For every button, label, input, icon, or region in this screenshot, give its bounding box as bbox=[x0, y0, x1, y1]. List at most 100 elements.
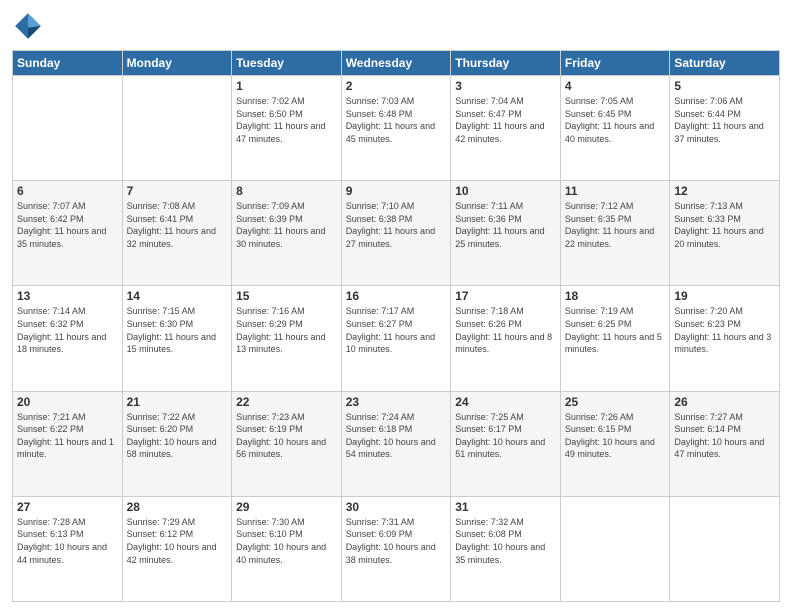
day-info: Sunrise: 7:10 AMSunset: 6:38 PMDaylight:… bbox=[346, 200, 447, 250]
day-info: Sunrise: 7:12 AMSunset: 6:35 PMDaylight:… bbox=[565, 200, 666, 250]
day-info: Sunrise: 7:30 AMSunset: 6:10 PMDaylight:… bbox=[236, 516, 337, 566]
calendar-day-cell: 17 Sunrise: 7:18 AMSunset: 6:26 PMDayligh… bbox=[451, 286, 561, 391]
calendar-week-row: 27 Sunrise: 7:28 AMSunset: 6:13 PMDayligh… bbox=[13, 496, 780, 601]
day-info: Sunrise: 7:18 AMSunset: 6:26 PMDaylight:… bbox=[455, 305, 556, 355]
calendar-day-cell: 8 Sunrise: 7:09 AMSunset: 6:39 PMDaylight… bbox=[232, 181, 342, 286]
day-number: 31 bbox=[455, 500, 556, 514]
day-info: Sunrise: 7:04 AMSunset: 6:47 PMDaylight:… bbox=[455, 95, 556, 145]
day-info: Sunrise: 7:09 AMSunset: 6:39 PMDaylight:… bbox=[236, 200, 337, 250]
day-info: Sunrise: 7:16 AMSunset: 6:29 PMDaylight:… bbox=[236, 305, 337, 355]
day-number: 12 bbox=[674, 184, 775, 198]
calendar-day-cell: 26 Sunrise: 7:27 AMSunset: 6:14 PMDayligh… bbox=[670, 391, 780, 496]
calendar-day-header: Thursday bbox=[451, 51, 561, 76]
day-info: Sunrise: 7:20 AMSunset: 6:23 PMDaylight:… bbox=[674, 305, 775, 355]
calendar-day-cell bbox=[670, 496, 780, 601]
day-number: 19 bbox=[674, 289, 775, 303]
calendar-day-cell: 4 Sunrise: 7:05 AMSunset: 6:45 PMDaylight… bbox=[560, 76, 670, 181]
calendar-day-cell: 19 Sunrise: 7:20 AMSunset: 6:23 PMDayligh… bbox=[670, 286, 780, 391]
calendar-day-cell: 18 Sunrise: 7:19 AMSunset: 6:25 PMDayligh… bbox=[560, 286, 670, 391]
calendar-day-cell: 31 Sunrise: 7:32 AMSunset: 6:08 PMDayligh… bbox=[451, 496, 561, 601]
calendar-day-cell: 24 Sunrise: 7:25 AMSunset: 6:17 PMDayligh… bbox=[451, 391, 561, 496]
day-number: 20 bbox=[17, 395, 118, 409]
day-number: 17 bbox=[455, 289, 556, 303]
calendar-day-cell: 27 Sunrise: 7:28 AMSunset: 6:13 PMDayligh… bbox=[13, 496, 123, 601]
calendar-day-cell: 15 Sunrise: 7:16 AMSunset: 6:29 PMDayligh… bbox=[232, 286, 342, 391]
day-number: 11 bbox=[565, 184, 666, 198]
calendar-day-header: Friday bbox=[560, 51, 670, 76]
calendar-day-cell bbox=[560, 496, 670, 601]
calendar-day-cell bbox=[13, 76, 123, 181]
calendar-day-cell: 23 Sunrise: 7:24 AMSunset: 6:18 PMDayligh… bbox=[341, 391, 451, 496]
day-info: Sunrise: 7:29 AMSunset: 6:12 PMDaylight:… bbox=[127, 516, 228, 566]
calendar-day-cell: 1Sunrise: 7:02 AMSunset: 6:50 PMDaylight… bbox=[232, 76, 342, 181]
day-info: Sunrise: 7:22 AMSunset: 6:20 PMDaylight:… bbox=[127, 411, 228, 461]
header bbox=[12, 10, 780, 42]
day-number: 4 bbox=[565, 79, 666, 93]
day-info: Sunrise: 7:23 AMSunset: 6:19 PMDaylight:… bbox=[236, 411, 337, 461]
calendar-day-cell: 25Sunrise: 7:26 AMSunset: 6:15 PMDayligh… bbox=[560, 391, 670, 496]
day-number: 14 bbox=[127, 289, 228, 303]
calendar-day-cell: 16 Sunrise: 7:17 AMSunset: 6:27 PMDayligh… bbox=[341, 286, 451, 391]
calendar-day-cell: 29 Sunrise: 7:30 AMSunset: 6:10 PMDayligh… bbox=[232, 496, 342, 601]
day-number: 15 bbox=[236, 289, 337, 303]
day-info: Sunrise: 7:03 AMSunset: 6:48 PMDaylight:… bbox=[346, 95, 447, 145]
calendar-day-cell: 5Sunrise: 7:06 AMSunset: 6:44 PMDaylight… bbox=[670, 76, 780, 181]
day-info: Sunrise: 7:24 AMSunset: 6:18 PMDaylight:… bbox=[346, 411, 447, 461]
calendar-week-row: 6 Sunrise: 7:07 AMSunset: 6:42 PMDaylight… bbox=[13, 181, 780, 286]
day-info: Sunrise: 7:28 AMSunset: 6:13 PMDaylight:… bbox=[17, 516, 118, 566]
day-number: 18 bbox=[565, 289, 666, 303]
day-number: 26 bbox=[674, 395, 775, 409]
calendar-day-cell: 11 Sunrise: 7:12 AMSunset: 6:35 PMDayligh… bbox=[560, 181, 670, 286]
day-number: 13 bbox=[17, 289, 118, 303]
calendar-day-cell bbox=[122, 76, 232, 181]
day-info: Sunrise: 7:14 AMSunset: 6:32 PMDaylight:… bbox=[17, 305, 118, 355]
calendar-day-cell: 13 Sunrise: 7:14 AMSunset: 6:32 PMDayligh… bbox=[13, 286, 123, 391]
day-info: Sunrise: 7:05 AMSunset: 6:45 PMDaylight:… bbox=[565, 95, 666, 145]
day-number: 30 bbox=[346, 500, 447, 514]
day-info: Sunrise: 7:17 AMSunset: 6:27 PMDaylight:… bbox=[346, 305, 447, 355]
day-number: 21 bbox=[127, 395, 228, 409]
calendar-week-row: 13 Sunrise: 7:14 AMSunset: 6:32 PMDayligh… bbox=[13, 286, 780, 391]
calendar-day-cell: 14Sunrise: 7:15 AMSunset: 6:30 PMDayligh… bbox=[122, 286, 232, 391]
calendar-day-cell: 21 Sunrise: 7:22 AMSunset: 6:20 PMDayligh… bbox=[122, 391, 232, 496]
day-number: 6 bbox=[17, 184, 118, 198]
calendar-week-row: 1Sunrise: 7:02 AMSunset: 6:50 PMDaylight… bbox=[13, 76, 780, 181]
day-number: 27 bbox=[17, 500, 118, 514]
day-info: Sunrise: 7:13 AMSunset: 6:33 PMDaylight:… bbox=[674, 200, 775, 250]
day-info: Sunrise: 7:02 AMSunset: 6:50 PMDaylight:… bbox=[236, 95, 337, 145]
day-info: Sunrise: 7:31 AMSunset: 6:09 PMDaylight:… bbox=[346, 516, 447, 566]
calendar-day-cell: 20Sunrise: 7:21 AMSunset: 6:22 PMDayligh… bbox=[13, 391, 123, 496]
day-number: 23 bbox=[346, 395, 447, 409]
calendar-day-cell: 12 Sunrise: 7:13 AMSunset: 6:33 PMDayligh… bbox=[670, 181, 780, 286]
day-number: 24 bbox=[455, 395, 556, 409]
logo bbox=[12, 10, 48, 42]
calendar-day-header: Tuesday bbox=[232, 51, 342, 76]
calendar-day-cell: 30 Sunrise: 7:31 AMSunset: 6:09 PMDayligh… bbox=[341, 496, 451, 601]
day-info: Sunrise: 7:32 AMSunset: 6:08 PMDaylight:… bbox=[455, 516, 556, 566]
day-number: 16 bbox=[346, 289, 447, 303]
calendar-week-row: 20Sunrise: 7:21 AMSunset: 6:22 PMDayligh… bbox=[13, 391, 780, 496]
logo-icon bbox=[12, 10, 44, 42]
day-number: 3 bbox=[455, 79, 556, 93]
day-info: Sunrise: 7:19 AMSunset: 6:25 PMDaylight:… bbox=[565, 305, 666, 355]
day-number: 8 bbox=[236, 184, 337, 198]
day-number: 22 bbox=[236, 395, 337, 409]
day-info: Sunrise: 7:06 AMSunset: 6:44 PMDaylight:… bbox=[674, 95, 775, 145]
day-number: 28 bbox=[127, 500, 228, 514]
calendar-day-header: Wednesday bbox=[341, 51, 451, 76]
day-number: 9 bbox=[346, 184, 447, 198]
day-info: Sunrise: 7:08 AMSunset: 6:41 PMDaylight:… bbox=[127, 200, 228, 250]
calendar-day-header: Sunday bbox=[13, 51, 123, 76]
day-info: Sunrise: 7:27 AMSunset: 6:14 PMDaylight:… bbox=[674, 411, 775, 461]
calendar-day-cell: 28 Sunrise: 7:29 AMSunset: 6:12 PMDayligh… bbox=[122, 496, 232, 601]
calendar-day-cell: 3 Sunrise: 7:04 AMSunset: 6:47 PMDaylight… bbox=[451, 76, 561, 181]
calendar-day-cell: 22 Sunrise: 7:23 AMSunset: 6:19 PMDayligh… bbox=[232, 391, 342, 496]
calendar-day-cell: 10Sunrise: 7:11 AMSunset: 6:36 PMDayligh… bbox=[451, 181, 561, 286]
calendar-day-cell: 2Sunrise: 7:03 AMSunset: 6:48 PMDaylight… bbox=[341, 76, 451, 181]
day-info: Sunrise: 7:25 AMSunset: 6:17 PMDaylight:… bbox=[455, 411, 556, 461]
calendar-day-cell: 7 Sunrise: 7:08 AMSunset: 6:41 PMDaylight… bbox=[122, 181, 232, 286]
day-number: 7 bbox=[127, 184, 228, 198]
day-info: Sunrise: 7:07 AMSunset: 6:42 PMDaylight:… bbox=[17, 200, 118, 250]
day-number: 10 bbox=[455, 184, 556, 198]
day-number: 29 bbox=[236, 500, 337, 514]
